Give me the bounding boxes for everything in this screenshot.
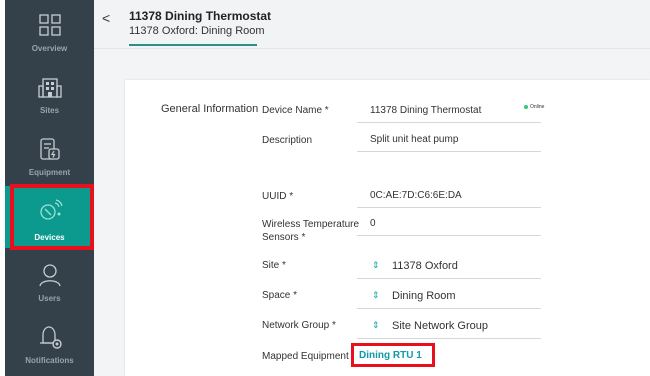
mapped-equipment-label: Mapped Equipment <box>262 351 349 362</box>
uuid-underline <box>357 207 541 208</box>
page-title: 11378 Dining Thermostat <box>129 9 272 23</box>
sidebar-item-sites[interactable]: Sites <box>5 62 94 124</box>
sidebar-item-overview[interactable]: Overview <box>5 0 94 62</box>
wireless-sensors-field[interactable]: 0 <box>370 218 376 229</box>
equipment-icon <box>40 138 60 160</box>
device-name-field[interactable]: 11378 Dining Thermostat <box>370 105 481 116</box>
site-select[interactable]: 11378 Oxford <box>392 260 458 272</box>
page-subtitle: 11378 Oxford: Dining Room <box>129 25 265 37</box>
grid-icon <box>39 14 61 36</box>
wireless-sensors-label: Wireless Temperature Sensors * <box>262 219 360 243</box>
sidebar-item-label: Users <box>38 294 61 303</box>
description-field[interactable]: Split unit heat pump <box>370 134 458 145</box>
devices-icon <box>40 199 63 220</box>
sidebar-item-label: Notifications <box>25 356 74 365</box>
description-underline <box>357 151 541 152</box>
sidebar: Overview Sites Equipment Devices Users N… <box>5 0 94 376</box>
network-group-underline <box>357 338 541 339</box>
device-name-label: Device Name * <box>262 105 329 116</box>
sidebar-item-label: Devices <box>34 233 65 242</box>
wireless-sensors-underline <box>357 235 541 236</box>
uuid-field[interactable]: 0C:AE:7D:C6:6E:DA <box>370 190 462 201</box>
page-header: < 11378 Dining Thermostat 11378 Oxford: … <box>94 0 650 49</box>
chevron-up-down-icon: ⇕ <box>372 290 380 300</box>
space-label: Space * <box>262 290 298 301</box>
sidebar-item-label: Overview <box>31 44 68 53</box>
status-text: Online <box>530 104 545 110</box>
uuid-label: UUID * <box>262 191 294 202</box>
chevron-up-down-icon: ⇕ <box>372 260 380 270</box>
building-icon <box>38 78 62 98</box>
network-group-label: Network Group * <box>262 320 336 331</box>
bell-icon <box>40 326 62 349</box>
device-form-card <box>125 80 650 376</box>
space-underline <box>357 308 541 309</box>
space-select[interactable]: Dining Room <box>392 290 456 302</box>
description-label: Description <box>262 135 313 146</box>
sidebar-item-users[interactable]: Users <box>5 250 94 312</box>
sidebar-item-devices[interactable]: Devices <box>5 186 94 248</box>
app-window: Overview Sites Equipment Devices Users N… <box>0 0 650 376</box>
mapped-equipment-link[interactable]: Dining RTU 1 <box>359 350 422 361</box>
back-button[interactable]: < <box>102 10 110 26</box>
status-badge: Online <box>524 104 544 110</box>
sidebar-item-label: Sites <box>39 106 60 115</box>
chevron-up-down-icon: ⇕ <box>372 320 380 330</box>
online-dot-icon <box>524 104 528 109</box>
network-group-select[interactable]: Site Network Group <box>392 320 488 332</box>
section-title: General Information <box>161 103 259 115</box>
device-name-underline <box>357 122 541 123</box>
site-label: Site * <box>262 260 286 271</box>
sidebar-item-equipment[interactable]: Equipment <box>5 124 94 186</box>
user-icon <box>39 264 61 287</box>
title-underline <box>129 44 257 46</box>
sidebar-item-notifications[interactable]: Notifications <box>5 312 94 374</box>
sidebar-item-label: Equipment <box>28 168 71 177</box>
site-underline <box>357 278 541 279</box>
